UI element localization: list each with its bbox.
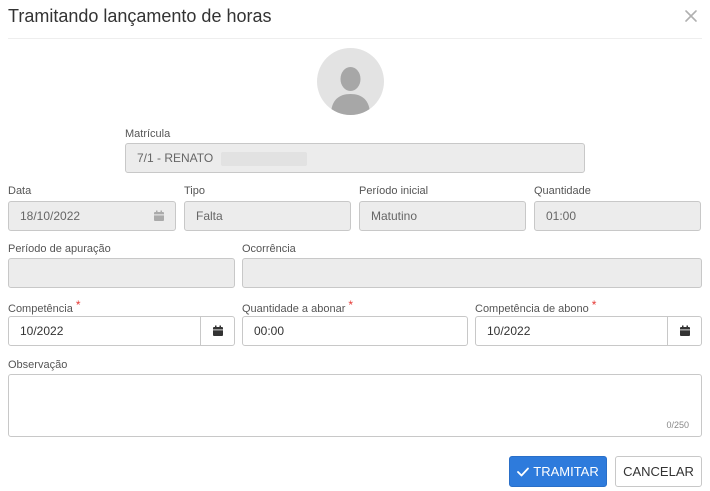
quantidade-abonar-label-text: Quantidade a abonar [242,303,346,315]
competencia-label-text: Competência [8,303,73,315]
periodo-inicial-field: Matutino [359,201,526,231]
quantidade-field: 01:00 [534,201,701,231]
competencia-label: Competência * [8,298,81,315]
user-silhouette-icon [331,67,370,115]
matricula-label: Matrícula [125,128,171,140]
close-icon[interactable] [682,7,700,25]
competencia-abono-field[interactable] [475,316,668,346]
competencia-abono-input[interactable] [487,317,656,345]
dialog-title: Tramitando lançamento de horas [8,6,272,26]
ocorrencia-field [242,258,702,288]
quantidade-label: Quantidade [534,185,591,197]
calendar-icon [153,210,164,221]
competencia-abono-label-text: Competência de abono [475,303,589,315]
periodo-inicial-value: Matutino [371,209,418,223]
quantidade-abonar-field[interactable] [242,316,468,346]
required-mark: * [591,298,597,312]
periodo-apuracao-field [8,258,235,288]
data-calendar-button [141,201,176,231]
ocorrencia-label: Ocorrência [242,243,296,255]
competencia-field[interactable] [8,316,201,346]
tipo-value: Falta [196,209,223,223]
required-mark: * [348,298,354,312]
competencia-abono-calendar-button[interactable] [667,316,702,346]
calendar-icon [212,325,223,336]
required-mark: * [75,298,81,312]
observacao-textarea[interactable]: 0/250 [8,374,702,437]
observacao-label: Observação [8,359,68,371]
competencia-input[interactable] [20,317,189,345]
data-label: Data [8,185,32,197]
cancelar-button[interactable]: CANCELAR [615,456,702,487]
tipo-field: Falta [184,201,351,231]
character-counter: 0/250 [666,420,689,430]
tramitar-button-label: TRAMITAR [533,464,599,479]
cancelar-button-label: CANCELAR [623,464,694,479]
check-icon [517,467,530,476]
data-value: 18/10/2022 [20,209,81,223]
avatar [317,48,384,115]
competencia-abono-label: Competência de abono * [475,298,597,315]
quantidade-value: 01:00 [546,209,577,223]
tramitar-button[interactable]: TRAMITAR [509,456,607,487]
tramitar-dialog: Tramitando lançamento de horas Matrícula… [0,0,710,491]
periodo-apuracao-label: Período de apuração [8,243,111,255]
matricula-value: 7/1 - RENATO [137,151,214,165]
matricula-field: 7/1 - RENATO [125,143,585,173]
header-divider [8,38,702,39]
tipo-label: Tipo [184,185,205,197]
quantidade-abonar-input[interactable] [254,317,456,345]
calendar-icon [679,325,690,336]
redacted-name [221,151,308,166]
competencia-calendar-button[interactable] [200,316,235,346]
quantidade-abonar-label: Quantidade a abonar * [242,298,354,315]
periodo-inicial-label: Período inicial [359,185,429,197]
